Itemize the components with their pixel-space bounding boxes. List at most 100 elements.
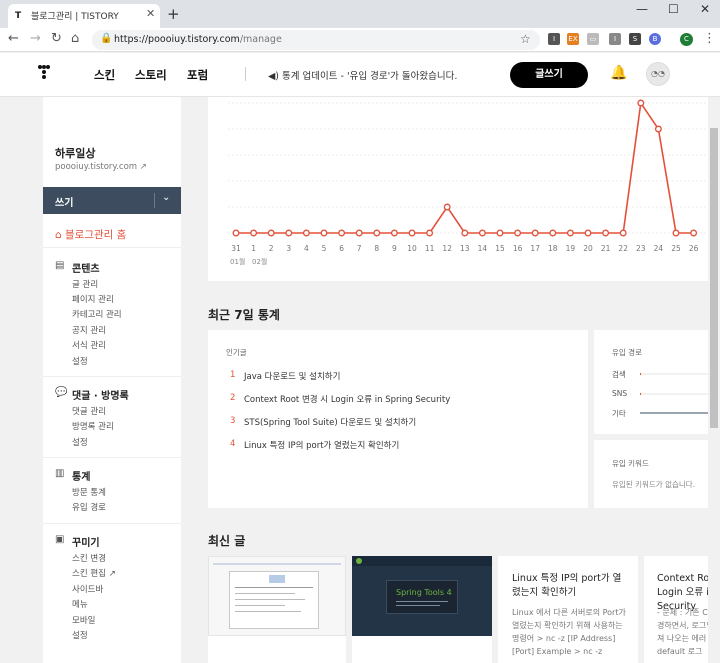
post-card[interactable]: Linux 특정 IP의 port가 열렸는지 확인하기 Linux 에서 다른… xyxy=(498,556,638,663)
tistory-favicon-icon: T xyxy=(15,11,22,21)
sidebar-item[interactable]: 스킨 편집 ↗ xyxy=(72,567,116,579)
sidebar-item[interactable]: 메뉴 xyxy=(72,598,88,610)
data-point xyxy=(390,229,398,237)
popular-posts-card: 인기글 1 Java 다운로드 및 설치하기 2 Context Root 변경… xyxy=(208,330,588,508)
write-post-button[interactable]: 글쓰기 xyxy=(510,62,588,88)
post-card[interactable] xyxy=(208,556,346,663)
rank-number: 3 xyxy=(230,416,236,426)
menu-dots-icon[interactable]: ⋮ xyxy=(703,31,716,46)
x-tick-label: 22 xyxy=(618,244,628,253)
rank-number: 2 xyxy=(230,393,236,403)
x-tick-label: 8 xyxy=(374,244,379,253)
home-icon[interactable]: ⌂ xyxy=(71,31,79,46)
x-tick-label: 17 xyxy=(530,244,540,253)
address-bar[interactable]: 🔒 https://poooiuy.tistory.com/manage ☆ xyxy=(92,30,540,50)
sidebar-item[interactable]: 스킨 변경 xyxy=(72,552,106,564)
forward-icon[interactable]: → xyxy=(30,31,41,46)
external-link-icon: ↗ xyxy=(139,162,147,172)
popular-post-link[interactable]: Java 다운로드 및 설치하기 xyxy=(244,370,340,382)
sidebar-item[interactable]: 방명록 관리 xyxy=(72,420,114,432)
palette-icon: ▣ xyxy=(55,534,65,545)
sidebar-item[interactable]: 유입 경로 xyxy=(72,501,106,513)
popular-post-link[interactable]: Context Root 변경 시 Login 오류 in Spring Sec… xyxy=(244,393,450,405)
section-title-comments: 댓글 · 방명록 xyxy=(72,391,129,402)
extension-icon[interactable]: I xyxy=(548,33,560,45)
write-label: 쓰기 xyxy=(55,198,74,209)
sidebar-item[interactable]: 설정 xyxy=(72,436,88,448)
data-point xyxy=(338,229,346,237)
bar-chart-icon: ▥ xyxy=(55,468,65,479)
inflow-label: 유입 경로 xyxy=(612,348,642,357)
back-icon[interactable]: ← xyxy=(8,31,19,46)
data-point xyxy=(478,229,486,237)
x-tick-label: 5 xyxy=(322,244,327,253)
rank-number: 1 xyxy=(230,370,236,380)
sidebar-item[interactable]: 카테고리 관리 xyxy=(72,308,122,320)
write-dropdown[interactable]: 쓰기 ⌄ xyxy=(43,187,181,214)
maximize-icon[interactable]: ☐ xyxy=(668,2,679,16)
reload-icon[interactable]: ↻ xyxy=(51,31,62,46)
new-tab-icon[interactable]: + xyxy=(167,5,180,23)
data-point xyxy=(672,229,680,237)
extension-icon[interactable]: I xyxy=(609,33,621,45)
x-tick-label: 16 xyxy=(513,244,523,253)
profile-avatar[interactable]: C xyxy=(680,33,693,46)
sidebar-item[interactable]: 설정 xyxy=(72,629,88,641)
inflow-name: 검색 xyxy=(612,370,626,379)
browser-tab[interactable]: T 블로그관리 | TISTORY ✕ xyxy=(8,4,160,28)
section-title-design: 꾸미기 xyxy=(72,538,100,549)
blog-name: 하루일상 xyxy=(55,147,96,160)
sidebar-item[interactable]: 페이지 관리 xyxy=(72,293,114,305)
tab-close-icon[interactable]: ✕ xyxy=(146,7,155,20)
sidebar-item[interactable]: 글 관리 xyxy=(72,278,98,290)
sidebar-item[interactable]: 사이드바 xyxy=(72,583,103,595)
post-card[interactable]: Context Root 변경 시 Login 오류 in Spring Sec… xyxy=(644,556,708,663)
bell-icon[interactable]: 🔔 xyxy=(610,65,627,81)
extension-icon[interactable]: EX xyxy=(567,33,579,45)
sidebar-item[interactable]: 방문 통계 xyxy=(72,486,106,498)
sidebar-item[interactable]: 설정 xyxy=(72,355,88,367)
data-point xyxy=(373,229,381,237)
post-card[interactable]: Spring Tools 4 xyxy=(352,556,492,663)
sidebar-item[interactable]: 댓글 관리 xyxy=(72,405,106,417)
x-tick-label: 15 xyxy=(495,244,505,253)
data-point xyxy=(690,229,698,237)
extension-icon[interactable]: S xyxy=(629,33,641,45)
nav-skin[interactable]: 스킨 xyxy=(94,67,115,83)
chevron-down-icon[interactable]: ⌄ xyxy=(162,192,170,203)
window-close-icon[interactable]: ✕ xyxy=(700,2,710,16)
popular-post-link[interactable]: STS(Spring Tool Suite) 다운로드 및 설치하기 xyxy=(244,416,416,428)
comment-icon: 💬 xyxy=(55,387,68,398)
blog-url-link[interactable]: poooiuy.tistory.com ↗ xyxy=(55,162,147,172)
x-tick-label: 1 xyxy=(251,244,256,253)
thumb-label: Spring Tools 4 xyxy=(396,588,452,597)
x-tick-label: 18 xyxy=(548,244,558,253)
bookmark-star-icon[interactable]: ☆ xyxy=(520,32,531,46)
data-point xyxy=(320,229,328,237)
tistory-logo-icon[interactable] xyxy=(38,65,50,81)
data-point xyxy=(549,229,557,237)
sidebar-item[interactable]: 모바일 xyxy=(72,614,95,626)
data-point xyxy=(232,229,240,237)
scrollbar-thumb[interactable] xyxy=(710,128,718,428)
popular-post-link[interactable]: Linux 특정 IP의 port가 열렸는지 확인하기 xyxy=(244,439,399,451)
sidebar-item[interactable]: 공지 관리 xyxy=(72,324,106,336)
nav-story[interactable]: 스토리 xyxy=(135,67,167,83)
speaker-icon: ◀) xyxy=(268,71,280,82)
post-thumbnail: Spring Tools 4 xyxy=(352,556,492,636)
inflow-bar xyxy=(640,373,642,375)
sidebar-item-home[interactable]: ⌂ 블로그관리 홈 xyxy=(55,227,126,242)
notice-text[interactable]: ◀) 통계 업데이트 - '유입 경로'가 돌아왔습니다. xyxy=(268,68,457,82)
data-point xyxy=(250,229,258,237)
x-tick-label: 3 xyxy=(286,244,291,253)
post-excerpt: Linux 에서 다른 서버로의 Port가 열렸는지 확인하기 위해 사용하는… xyxy=(512,608,626,656)
extension-icon[interactable]: B xyxy=(649,33,661,45)
keyword-card: 유입 키워드 유입된 키워드가 없습니다. xyxy=(594,440,720,508)
sidebar-item[interactable]: 서식 관리 xyxy=(72,339,106,351)
x-tick-label: 9 xyxy=(392,244,397,253)
extension-icon[interactable]: ▭ xyxy=(587,33,599,45)
avatar[interactable]: ◔◔ xyxy=(646,62,670,86)
tistory-header: 스킨 스토리 포럼 ◀) 통계 업데이트 - '유입 경로'가 돌아왔습니다. … xyxy=(0,53,720,97)
nav-forum[interactable]: 포럼 xyxy=(187,67,208,83)
minimize-icon[interactable]: — xyxy=(636,2,648,16)
